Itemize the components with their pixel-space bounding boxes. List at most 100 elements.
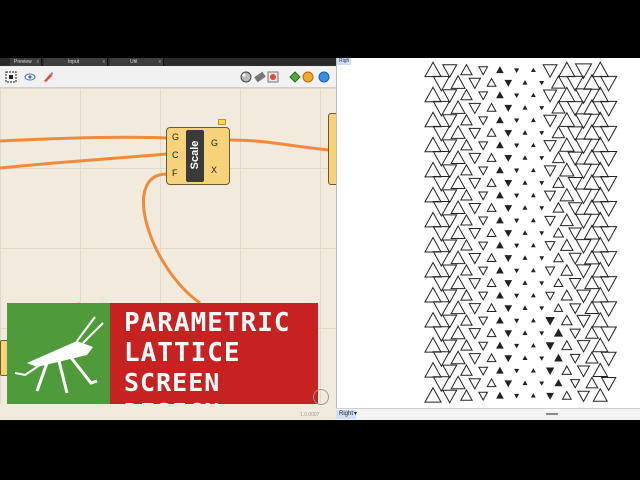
lattice-opening: [560, 263, 574, 276]
lattice-opening: [504, 280, 513, 288]
lattice-opening: [424, 111, 442, 128]
cursor-select-icon[interactable]: [5, 71, 17, 83]
lattice-opening: [459, 163, 473, 176]
lattice-opening: [424, 211, 442, 228]
lattice-opening: [514, 268, 520, 274]
lattice-opening: [424, 186, 442, 203]
tab-preview[interactable]: Preview x: [10, 58, 42, 66]
lattice-opening: [539, 281, 545, 286]
close-icon[interactable]: x: [159, 58, 162, 66]
lattice-opening: [591, 286, 610, 303]
wire-output[interactable]: [229, 138, 331, 152]
blue-sphere-icon[interactable]: [318, 71, 330, 83]
lattice-opening: [559, 213, 575, 227]
lattice-opening: [441, 389, 458, 404]
lattice-opening: [496, 116, 504, 124]
lattice-opening: [432, 100, 451, 117]
wire-geometry[interactable]: [0, 135, 168, 143]
chevron-down-icon[interactable]: ▾: [354, 410, 357, 417]
tab-util[interactable]: Util x: [110, 58, 164, 66]
lattice-opening: [468, 102, 482, 115]
lattice-opening: [599, 75, 618, 92]
input-port-geometry[interactable]: G: [172, 132, 179, 142]
lattice-opening: [599, 301, 618, 318]
lattice-opening: [539, 306, 545, 311]
lattice-opening: [424, 261, 442, 278]
lattice-opening: [591, 311, 609, 328]
lattice-opening: [468, 127, 482, 140]
lattice-opening: [558, 162, 575, 177]
lattice-opening: [539, 381, 545, 386]
scale-component[interactable]: G C F Scale G X: [166, 119, 230, 185]
lattice-opening: [542, 114, 558, 128]
lattice-opening: [504, 355, 513, 363]
lattice-opening: [441, 264, 458, 279]
lattice-opening: [575, 289, 592, 304]
eye-preview-icon[interactable]: [24, 71, 36, 83]
lattice-opening: [569, 328, 582, 340]
lattice-opening: [496, 91, 504, 99]
lattice-opening: [514, 343, 520, 349]
lattice-opening: [504, 129, 513, 137]
lattice-opening: [504, 154, 513, 162]
lattice-opening: [486, 102, 497, 112]
wire-display-icon[interactable]: [254, 71, 266, 83]
lattice-opening: [543, 165, 557, 178]
lattice-opening: [459, 138, 473, 151]
lattice-opening: [459, 389, 473, 401]
lattice-opening: [514, 93, 520, 99]
wire-center[interactable]: [0, 152, 168, 170]
lattice-opening: [584, 300, 600, 314]
lattice-opening: [478, 91, 489, 101]
lattice-opening: [432, 201, 451, 218]
lattice-opening: [459, 63, 473, 76]
lattice-opening: [522, 355, 528, 361]
lattice-opening: [557, 61, 576, 78]
viewport-tab-right[interactable]: Right: [336, 410, 357, 419]
lattice-opening: [478, 366, 489, 377]
lattice-opening: [450, 225, 466, 240]
close-icon[interactable]: x: [103, 58, 106, 66]
shaded-sphere-icon[interactable]: [240, 71, 252, 83]
lattice-opening: [574, 163, 593, 180]
output-port-geometry[interactable]: G: [211, 138, 218, 148]
lattice-opening: [486, 277, 497, 288]
component-name-tag[interactable]: Scale: [186, 130, 204, 182]
lattice-opening: [522, 205, 528, 210]
input-port-center[interactable]: C: [172, 150, 179, 160]
lattice-opening: [504, 380, 513, 388]
close-icon[interactable]: x: [37, 58, 40, 66]
navigation-compass-icon[interactable]: [313, 389, 329, 405]
recompute-icon[interactable]: [289, 71, 301, 83]
lattice-opening: [561, 390, 572, 400]
lattice-opening: [599, 150, 618, 167]
paint-brush-icon[interactable]: [42, 71, 54, 83]
color-sphere-icon[interactable]: [302, 71, 314, 83]
lattice-opening: [468, 77, 482, 90]
output-port-transform[interactable]: X: [211, 165, 217, 175]
lattice-opening: [478, 241, 489, 251]
lattice-opening: [584, 275, 600, 290]
resize-handle[interactable]: [546, 413, 558, 415]
lattice-opening: [496, 191, 504, 199]
bake-icon[interactable]: [267, 71, 279, 83]
lattice-opening: [545, 291, 556, 301]
lattice-opening: [504, 180, 513, 187]
lattice-opening: [554, 379, 563, 387]
input-port-factor[interactable]: F: [172, 168, 178, 178]
rhino-viewport[interactable]: Righ: [336, 58, 640, 408]
lattice-opening: [583, 249, 601, 265]
lattice-opening: [450, 275, 466, 290]
lattice-opening: [577, 390, 591, 403]
lattice-opening: [584, 351, 599, 364]
lattice-opening: [561, 365, 573, 375]
lattice-opening: [530, 142, 536, 148]
lattice-opening: [539, 231, 545, 236]
lattice-opening: [459, 238, 473, 251]
wire-factor[interactable]: [142, 172, 201, 305]
lattice-opening: [459, 213, 473, 226]
lattice-opening: [478, 116, 489, 126]
lattice-opening: [450, 250, 466, 265]
lattice-opening: [561, 339, 573, 351]
tab-input[interactable]: Input x: [44, 58, 108, 66]
